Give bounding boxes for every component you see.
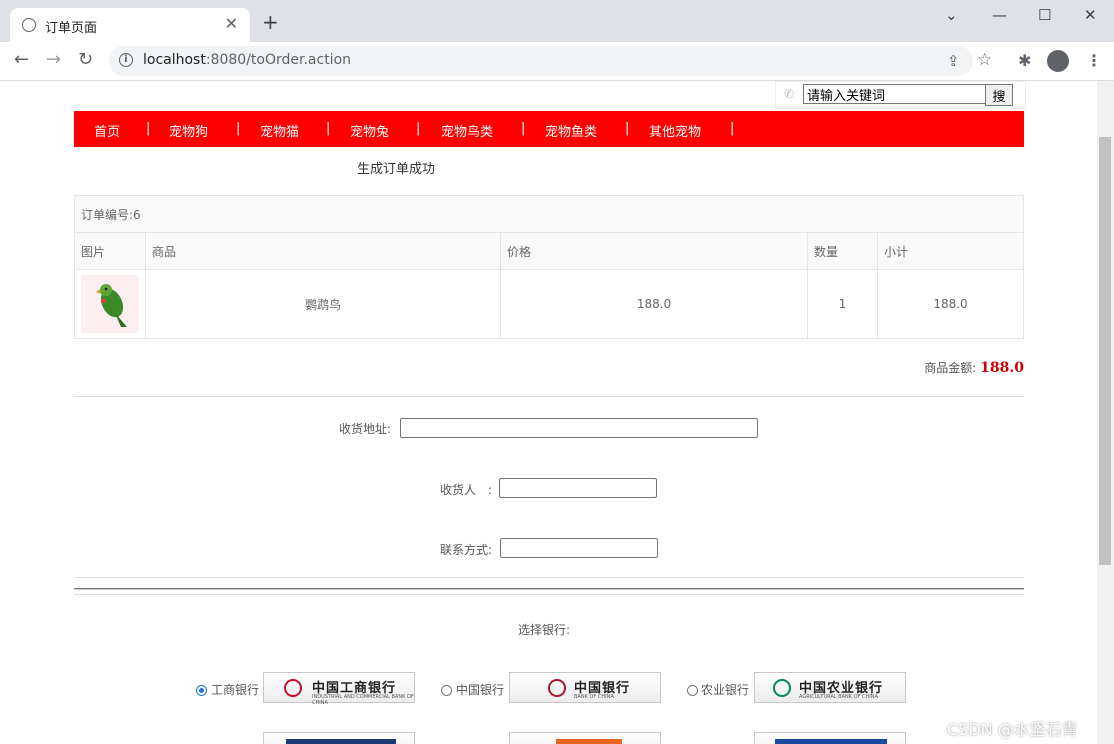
nav-rabbits[interactable]: 宠物兔 [350,121,389,140]
tab-search-icon[interactable]: ⌄ [945,6,958,24]
back-icon[interactable]: ← [14,49,29,70]
extensions-icon[interactable]: ✱ [1018,51,1031,70]
divider [74,594,1024,595]
menu-icon[interactable]: ⋮ [1086,51,1102,70]
tab-bar: 订单页面 ✕ + ⌄ — ☐ ✕ [0,0,1114,42]
forward-icon[interactable]: → [46,49,61,70]
bank-radio-icbc[interactable] [196,685,207,696]
bank-radio-boc[interactable] [441,685,452,696]
phone-input[interactable] [500,538,658,558]
scrollbar-thumb[interactable] [1099,137,1111,565]
category-nav: 首页 | 宠物狗 | 宠物猫 | 宠物兔 | 宠物鸟类 | 宠物鱼类 | 其他宠… [74,111,1024,147]
nav-home[interactable]: 首页 [94,121,120,140]
order-table: 订单编号:6 图片 商品 价格 数量 小计 鹦鹉鸟 188.0 1 188.0 [74,195,1024,339]
product-name: 鹦鹉鸟 [145,269,501,339]
total-amount: 188.0 [980,360,1024,376]
close-tab-icon[interactable]: ✕ [225,14,238,33]
col-image: 图片 [74,232,146,270]
product-price: 188.0 [500,269,808,339]
nav-cats[interactable]: 宠物猫 [260,121,299,140]
search-input[interactable] [803,84,986,104]
col-product: 商品 [145,232,501,270]
divider [74,396,1024,397]
search-bar: ✆ 搜 [775,81,1026,109]
success-message: 生成订单成功 [357,162,436,177]
product-subtotal: 188.0 [877,269,1024,339]
address-label: 收货地址: [339,422,392,436]
globe-icon [22,18,36,32]
phone-icon: ✆ [784,87,795,101]
browser-tab[interactable]: 订单页面 ✕ [10,8,250,42]
minimize-icon[interactable]: — [992,6,1007,24]
window-close-icon[interactable]: ✕ [1084,6,1097,24]
table-header-row: 图片 商品 价格 数量 小计 [74,232,1024,270]
address-input[interactable] [400,418,758,438]
product-image[interactable] [81,275,139,333]
nav-fish[interactable]: 宠物鱼类 [545,121,597,140]
product-qty: 1 [807,269,878,339]
page-content: ✆ 搜 首页 | 宠物狗 | 宠物猫 | 宠物兔 | 宠物鸟类 | 宠物鱼类 |… [0,81,1097,744]
col-qty: 数量 [807,232,878,270]
divider [74,577,1024,578]
nav-birds[interactable]: 宠物鸟类 [441,121,493,140]
nav-other[interactable]: 其他宠物 [649,121,701,140]
bank-name-boc: 中国银行 [456,683,505,697]
new-tab-icon[interactable]: + [262,12,279,32]
reload-icon[interactable]: ↻ [78,49,93,70]
boc-emblem-icon [548,679,566,697]
icbc-logo[interactable]: 中国工商银行 INDUSTRIAL AND COMMERCIAL BANK OF… [263,672,415,706]
order-total: 商品金额: 188.0 [924,360,1024,376]
icbc-emblem-icon [284,679,302,697]
col-subtotal: 小计 [877,232,1024,270]
maximize-icon[interactable]: ☐ [1038,6,1051,24]
bank-name-icbc: 工商银行 [211,683,260,697]
nav-dogs[interactable]: 宠物狗 [169,121,208,140]
abc-emblem-icon [773,679,791,697]
order-number: 订单编号:6 [74,195,1024,233]
watermark: CSDN @水坚石青 [947,720,1078,739]
info-icon[interactable]: i [119,53,133,67]
abc-logo[interactable]: 中国农业银行 AGRICULTURAL BANK OF CHINA [754,672,906,703]
vertical-scrollbar[interactable] [1097,81,1114,744]
receiver-input[interactable] [499,478,657,498]
search-button[interactable]: 搜 [985,84,1013,106]
boc-logo[interactable]: 中国银行 BANK OF CHINA [509,672,661,703]
browser-toolbar: ← → ↻ i localhost:8080/toOrder.action ⇪ … [0,42,1114,81]
col-price: 价格 [500,232,808,270]
bank-radio-abc[interactable] [687,685,698,696]
phone-label: 联系方式: [440,543,493,557]
divider [74,588,1024,590]
profile-avatar-icon[interactable] [1047,50,1069,72]
tab-title: 订单页面 [45,21,98,36]
bookmark-star-icon[interactable]: ☆ [977,50,992,70]
bank-logo-partial[interactable] [509,732,661,744]
table-row: 鹦鹉鸟 188.0 1 188.0 [74,269,1024,339]
url-text: localhost:8080/toOrder.action [143,52,352,68]
address-bar[interactable]: i localhost:8080/toOrder.action ⇪ ☆ [109,46,992,76]
share-icon[interactable]: ⇪ [947,52,960,70]
receiver-label: 收货人 : [440,483,493,497]
bank-label: 选择银行: [518,623,571,637]
bank-logo-partial[interactable] [263,732,415,744]
bank-name-abc: 农业银行 [701,683,750,697]
bank-logo-partial[interactable] [754,732,906,744]
